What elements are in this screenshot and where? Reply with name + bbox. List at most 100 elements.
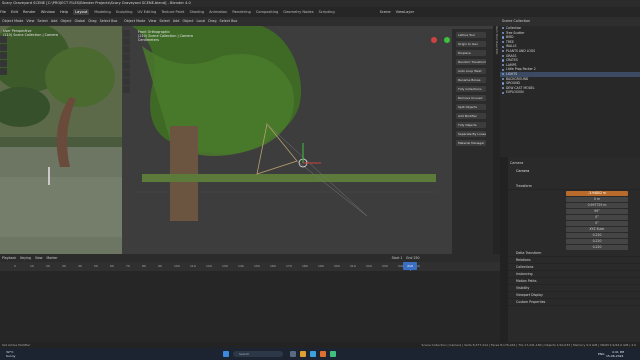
property-section[interactable]: Collections: [508, 264, 640, 271]
annotate-tool-icon[interactable]: [123, 78, 130, 85]
header-item-1[interactable]: View: [26, 19, 34, 23]
header-item-6[interactable]: Drag: [208, 19, 216, 23]
menu-item-edit[interactable]: Edit: [11, 10, 18, 14]
npanel-button[interactable]: Remove Unused: [456, 95, 486, 101]
outliner-row[interactable]: EXPLOSION: [500, 90, 640, 95]
chrome-icon[interactable]: [330, 351, 336, 357]
npanel-button[interactable]: Split Objects: [456, 104, 486, 110]
timeline-menu-marker[interactable]: Marker: [47, 256, 58, 260]
object-name[interactable]: Camera: [510, 161, 523, 165]
npanel-button[interactable]: Random Transform: [456, 59, 486, 65]
header-item-4[interactable]: Object: [182, 19, 193, 23]
workspace-tab-compositing[interactable]: Compositing: [256, 10, 279, 14]
data-name-field[interactable]: Camera: [516, 169, 529, 173]
workspace-tab-shading[interactable]: Shading: [189, 10, 204, 14]
select-tool-icon[interactable]: [0, 36, 7, 43]
move-tool-icon[interactable]: [123, 46, 130, 53]
npanel-button[interactable]: Auto Loop Weld: [456, 68, 486, 74]
rotate-tool-icon[interactable]: [123, 54, 130, 61]
npanel-button[interactable]: Tidy Collections: [456, 86, 486, 92]
timeline-menu-playback[interactable]: Playback: [2, 256, 16, 260]
workspace-tab-animation[interactable]: Animation: [209, 10, 227, 14]
mode-dropdown[interactable]: XYZ Euler: [566, 226, 628, 232]
npanel-button[interactable]: Displace: [456, 50, 486, 56]
rotation-x[interactable]: 90°: [566, 208, 628, 214]
npanel-button[interactable]: Rename Bones: [456, 77, 486, 83]
start-icon[interactable]: [223, 351, 229, 357]
viewport-right[interactable]: Object Mode View Select Add Object Local Drag S…: [122, 17, 500, 254]
timeline-menu-keying[interactable]: Keying: [20, 256, 31, 260]
clock-date[interactable]: 15-06-2024: [606, 354, 623, 358]
header-item-4[interactable]: Object: [60, 19, 71, 23]
header-item-6[interactable]: Drag: [88, 19, 96, 23]
rotation-y[interactable]: 0°: [566, 214, 628, 220]
timeline-end[interactable]: End 250: [406, 256, 419, 260]
properties-tabs[interactable]: [500, 157, 508, 342]
playhead[interactable]: 210: [403, 262, 417, 270]
header-item-3[interactable]: Add: [51, 19, 58, 23]
language-indicator[interactable]: ENG: [598, 352, 604, 356]
property-section[interactable]: Viewport Display: [508, 292, 640, 299]
npanel-button[interactable]: Lattice Tool: [456, 32, 486, 38]
file-explorer-icon[interactable]: [300, 351, 306, 357]
location-y[interactable]: 0 m: [566, 196, 628, 202]
transform-tool-icon[interactable]: [123, 70, 130, 77]
header-item-2[interactable]: Select: [37, 19, 47, 23]
scale-tool-icon[interactable]: [0, 68, 7, 75]
workspace-tab-scripting[interactable]: Scripting: [319, 10, 335, 14]
header-item-0[interactable]: Object Mode: [124, 19, 145, 23]
workspace-tab-geometry-nodes[interactable]: Geometry Nodes: [283, 10, 313, 14]
move-tool-icon[interactable]: [0, 52, 7, 59]
cursor-tool-icon[interactable]: [0, 44, 7, 51]
property-section[interactable]: Custom Properties: [508, 299, 640, 306]
measure-tool-icon[interactable]: [123, 86, 130, 93]
rotation-z[interactable]: 0°: [566, 220, 628, 226]
viewport-left[interactable]: Object Mode View Select Add Object Global Drag…: [0, 17, 122, 254]
menu-item-help[interactable]: Help: [60, 10, 68, 14]
menu-item-window[interactable]: Window: [41, 10, 55, 14]
blender-icon[interactable]: [320, 351, 326, 357]
property-section[interactable]: Delta Transform: [508, 250, 640, 257]
workspace-tab-modeling[interactable]: Modeling: [94, 10, 110, 14]
scale-x[interactable]: 0.220: [566, 232, 628, 238]
timeline-area[interactable]: [0, 271, 500, 342]
npanel-button[interactable]: Material Manager: [456, 140, 486, 146]
property-section[interactable]: Visibility: [508, 285, 640, 292]
search-box[interactable]: Search: [233, 351, 283, 357]
timeline-menu-view[interactable]: View: [35, 256, 43, 260]
scale-tool-icon[interactable]: [123, 62, 130, 69]
rotate-tool-icon[interactable]: [0, 60, 7, 67]
workspace-tab-rendering[interactable]: Rendering: [232, 10, 250, 14]
menu-item-render[interactable]: Render: [23, 10, 36, 14]
scene-selector[interactable]: Scene: [380, 10, 391, 14]
location-z[interactable]: 0.997729 m: [566, 202, 628, 208]
header-item-5[interactable]: Global: [75, 19, 86, 23]
view-layer-selector[interactable]: ViewLayer: [396, 10, 415, 14]
npanel-button[interactable]: Origin to Geo: [456, 41, 486, 47]
npanel-button[interactable]: Add Modifier: [456, 113, 486, 119]
timeline-start[interactable]: Start 1: [392, 256, 403, 260]
workspace-tab-sculpting[interactable]: Sculpting: [116, 10, 133, 14]
edge-icon[interactable]: [310, 351, 316, 357]
header-item-5[interactable]: Local: [197, 19, 206, 23]
taskview-icon[interactable]: [290, 351, 296, 357]
workspace-tab-layout[interactable]: Layout: [73, 9, 90, 15]
x-axis-icon[interactable]: [431, 37, 437, 43]
header-item-0[interactable]: Object Mode: [2, 19, 23, 23]
select-tool-icon[interactable]: [123, 30, 130, 37]
location-x[interactable]: -3.94802 m: [566, 190, 628, 196]
property-section[interactable]: Motion Paths: [508, 278, 640, 285]
npanel-button[interactable]: Tidy Objects: [456, 122, 486, 128]
scale-z[interactable]: 0.220: [566, 244, 628, 250]
header-item-7[interactable]: Select Box: [220, 19, 238, 23]
property-section[interactable]: Relations: [508, 257, 640, 264]
n-panel-tabs[interactable]: Item Tool View Edit: [493, 26, 500, 254]
cursor-tool-icon[interactable]: [123, 38, 130, 45]
npanel-button[interactable]: Separate By Loose: [456, 131, 486, 137]
header-item-7[interactable]: Select Box: [100, 19, 118, 23]
workspace-tab-texture-paint[interactable]: Texture Paint: [161, 10, 184, 14]
menu-item-file[interactable]: File: [0, 10, 6, 14]
timeline-ruler[interactable]: 0 10 20 30 40 50 60 70 80 90 100 110 120 130 140 150 160…: [0, 262, 500, 271]
transform-section[interactable]: Transform: [508, 183, 640, 190]
header-item-3[interactable]: Add: [173, 19, 180, 23]
